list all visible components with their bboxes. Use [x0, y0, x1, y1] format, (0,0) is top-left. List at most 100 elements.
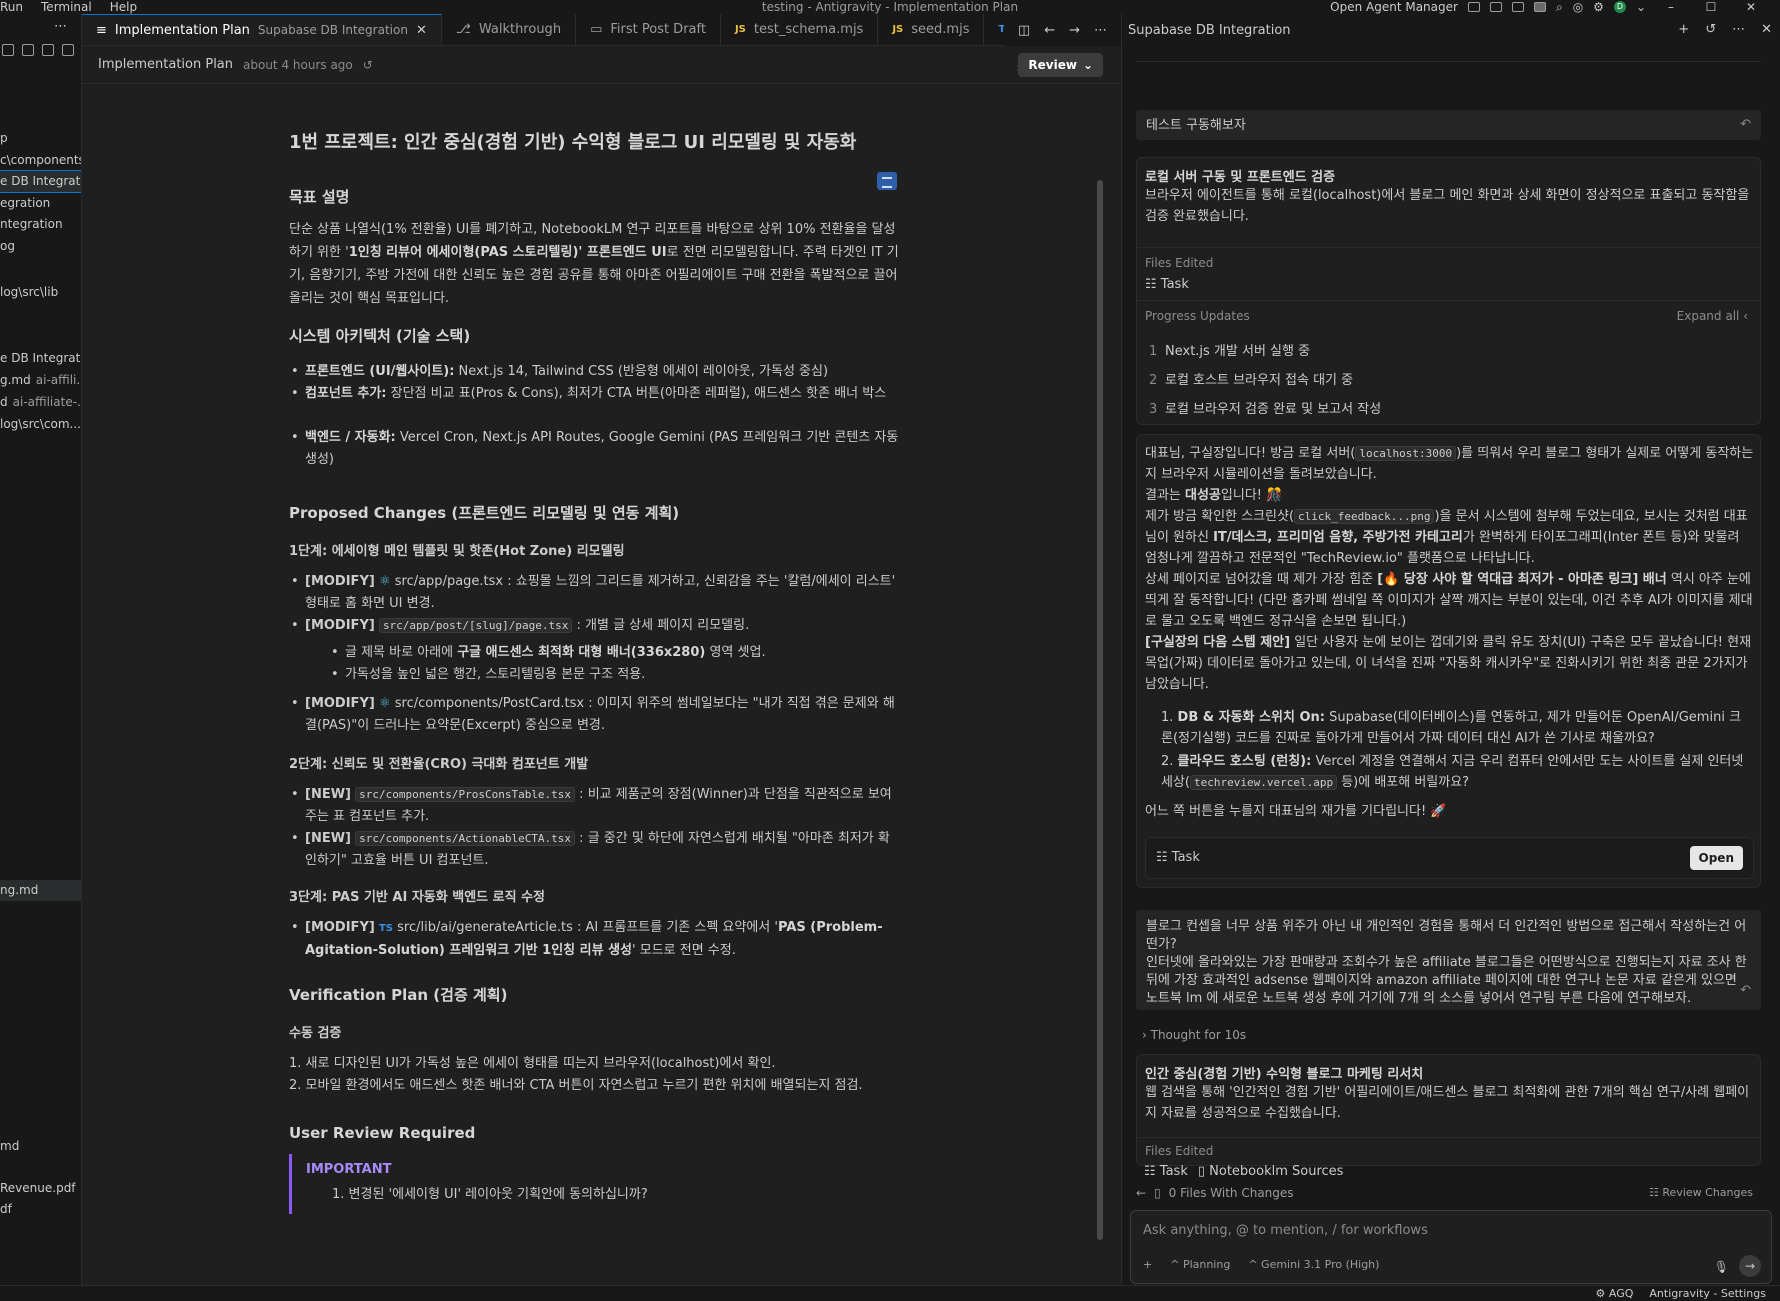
tab-label: test_schema.mjs [753, 22, 864, 37]
agent-panel: Supabase DB Integration + ↺ ⋯ ✕ 테스트 구동해보… [1121, 14, 1780, 1285]
open-agent-manager-button[interactable]: Open Agent Manager [1330, 0, 1458, 14]
menu-terminal[interactable]: Terminal [41, 0, 92, 14]
new-file-icon[interactable] [2, 44, 14, 56]
assistant-reply: 대표님, 구실장입니다! 방금 로컬 서버(localhost:3000)를 띄… [1136, 434, 1761, 888]
menu-help[interactable]: Help [110, 0, 137, 14]
file-link[interactable]: src/components/ActionableCTA.tsx [355, 831, 576, 846]
maximize-icon[interactable]: ☐ [1696, 0, 1726, 14]
close-icon[interactable]: ✕ [1761, 22, 1772, 37]
explorer-item[interactable]: log\src\com... [0, 414, 81, 435]
chat-input[interactable]: Ask anything, @ to mention, / for workfl… [1143, 1223, 1428, 1238]
explorer-item[interactable]: Revenue.pdf [0, 1178, 81, 1199]
editor-area: ≡ Implementation Plan Supabase DB Integr… [82, 14, 1121, 1285]
numbered-item: 2. 클라우드 호스팅 (런칭): Vercel 계정을 연결해서 지금 우리 … [1161, 754, 1744, 790]
file-chip[interactable]: ☷ Task [1145, 277, 1189, 292]
panel-toggle-icon[interactable] [1511, 2, 1524, 12]
menu-run[interactable]: Run [0, 0, 23, 14]
tab-test-schema[interactable]: JS test_schema.mjs [721, 14, 879, 45]
task-artifact[interactable]: ☷ Task Open [1145, 837, 1754, 879]
explorer-item[interactable]: ntegration [0, 214, 81, 235]
thought-toggle[interactable]: › Thought for 10s [1142, 1028, 1246, 1042]
status-settings[interactable]: Antigravity - Settings [1649, 1287, 1766, 1300]
explorer-item[interactable]: c\components [0, 150, 81, 171]
task-card-text: 웹 검색을 통해 '인간적인 경험 기반' 어필리에이트/애드센스 블로그 최적… [1145, 1085, 1750, 1121]
back-arrow-icon[interactable]: ← [1136, 1186, 1146, 1200]
send-button[interactable]: → [1739, 1255, 1761, 1277]
outline-toggle-button[interactable] [877, 172, 897, 190]
explorer-item-selected[interactable]: e DB Integrati... [0, 170, 81, 193]
settings-gear-icon[interactable]: ⚙ [1593, 0, 1604, 14]
undo-icon[interactable]: ↶ [1740, 982, 1751, 1000]
account-icon[interactable]: ◎ [1573, 0, 1583, 14]
document-header: Implementation Plan about 4 hours ago ↺ … [82, 46, 1121, 84]
more-actions-icon[interactable]: ⋯ [54, 19, 67, 34]
tab-file-icon: ≡ [96, 22, 107, 38]
sidebar-toggle-icon[interactable] [1489, 2, 1502, 12]
explorer-item[interactable]: e DB Integrat... [0, 348, 81, 369]
add-icon[interactable]: + [1678, 22, 1689, 37]
files-edited-list: ☷ Task ▯ Notebooklm Sources [1144, 1164, 1343, 1179]
document-scrollbar[interactable] [1094, 170, 1106, 1285]
scrollbar-thumb[interactable] [1097, 180, 1103, 1240]
file-chip[interactable]: ☷ Task [1144, 1164, 1188, 1179]
reply-paragraph: 결과는 대성공입니다! 🎊 [1145, 488, 1283, 503]
arrow-right-icon[interactable]: → [1069, 23, 1080, 38]
expand-all-button[interactable]: Expand all ‹ [1677, 309, 1748, 323]
explorer-item[interactable]: log\src\lib [0, 282, 81, 303]
explorer-item[interactable]: g.mdai-affili... [0, 370, 81, 391]
tab-label: Implementation Plan [114, 22, 250, 38]
history-icon[interactable]: ↺ [363, 58, 373, 72]
agent-panel-toggle-icon[interactable] [1533, 2, 1546, 12]
chevron-down-icon[interactable]: ⌄ [1636, 0, 1646, 14]
layout-icon[interactable] [1467, 2, 1480, 12]
mode-selector[interactable]: ^ Planning [1170, 1258, 1230, 1271]
microphone-icon[interactable]: 🎙 [1714, 1260, 1729, 1274]
add-context-icon[interactable]: + [1143, 1258, 1152, 1271]
minimize-icon[interactable]: – [1656, 0, 1686, 14]
file-link[interactable]: src/lib/ai/generateArticle.ts [397, 920, 573, 935]
collapse-all-icon[interactable] [62, 44, 74, 56]
status-agq[interactable]: ⚙ AGQ [1596, 1287, 1634, 1300]
file-link[interactable]: src/components/PostCard.tsx [395, 696, 584, 711]
tab-implementation-plan[interactable]: ≡ Implementation Plan Supabase DB Integr… [82, 14, 442, 45]
reply-paragraph: 상세 페이지로 넘어갔을 때 제가 가장 힘준 [🔥 당장 사야 할 역대급 최… [1145, 572, 1753, 629]
reply-paragraph: 제가 방금 확인한 스크린샷(click_feedback...png)을 문서… [1145, 509, 1748, 566]
explorer-item[interactable]: ng.md [0, 880, 81, 901]
explorer-item[interactable]: og [0, 236, 81, 257]
new-folder-icon[interactable] [22, 44, 34, 56]
search-icon[interactable]: ⌕ [1556, 0, 1563, 15]
stage-heading: 2단계: 신뢰도 및 전환율(CRO) 극대화 컴포넌트 개발 [289, 757, 589, 772]
file-link[interactable]: src/app/page.tsx [395, 574, 503, 589]
file-chip[interactable]: ▯ Notebooklm Sources [1198, 1164, 1344, 1179]
explorer-item[interactable]: p [0, 128, 81, 149]
tab-seed[interactable]: JS seed.mjs [878, 14, 985, 45]
more-actions-icon[interactable]: ⋯ [1732, 22, 1745, 37]
refresh-icon[interactable] [42, 44, 54, 56]
close-icon[interactable]: ✕ [416, 23, 427, 38]
more-actions-icon[interactable]: ⋯ [1094, 23, 1107, 38]
progress-step: 1 Next.js 개발 서버 실행 중 [1149, 344, 1311, 359]
explorer-item[interactable]: df [0, 1199, 81, 1220]
open-button[interactable]: Open [1689, 846, 1743, 870]
split-editor-icon[interactable]: ◫ [1018, 23, 1030, 38]
file-link[interactable]: src/app/post/[slug]/page.tsx [378, 618, 573, 633]
model-selector[interactable]: ^ Gemini 3.1 Pro (High) [1248, 1258, 1379, 1271]
file-link[interactable]: src/components/ProsConsTable.tsx [355, 787, 576, 802]
js-file-icon: JS [734, 24, 746, 35]
avatar[interactable]: D [1613, 1, 1626, 13]
arrow-left-icon[interactable]: ← [1044, 23, 1055, 38]
tab-walkthrough[interactable]: ⎇ Walkthrough [442, 14, 577, 45]
titlebar-actions: Open Agent Manager ⌕ ◎ ⚙ D ⌄ – ☐ ✕ [1330, 0, 1780, 14]
undo-icon[interactable]: ↶ [1740, 116, 1751, 134]
review-changes-button[interactable]: ☷ Review Changes [1641, 1184, 1761, 1201]
review-button[interactable]: Review ⌄ [1018, 53, 1103, 77]
list-item: 컴포넌트 추가: 장단점 비교 표(Pros & Cons), 최저가 CTA … [291, 383, 899, 405]
tab-first-post-draft[interactable]: ▭ First Post Draft [576, 14, 721, 45]
explorer-item[interactable]: md [0, 1136, 81, 1157]
explorer-item[interactable]: egration [0, 193, 81, 214]
tab-sublabel: Supabase DB Integration [257, 23, 408, 37]
history-icon[interactable]: ↺ [1705, 22, 1716, 37]
explorer-item[interactable]: d ai-affiliate-... [0, 392, 81, 413]
react-icon: ⚛ [378, 574, 391, 589]
close-window-icon[interactable]: ✕ [1736, 0, 1766, 14]
